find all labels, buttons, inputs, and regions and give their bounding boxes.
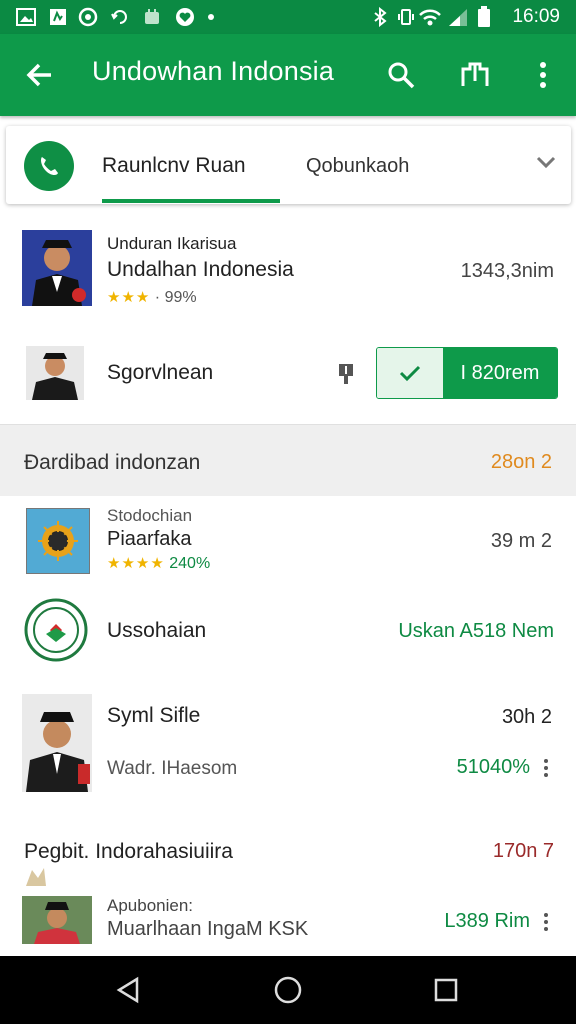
page-title: Undowhan Indonsia: [92, 56, 335, 86]
android-icon: [142, 7, 162, 27]
item-value: Uskan A518 Nem: [398, 620, 554, 642]
item-value: 39 m 2: [490, 530, 552, 552]
vibrate-icon: [396, 7, 416, 27]
bookmark-icon[interactable]: [452, 52, 498, 98]
list-item[interactable]: Unduran Ikarisua Undalhan Indonesia ★★★ …: [0, 216, 576, 325]
more-vert-icon[interactable]: [520, 52, 566, 98]
install-button[interactable]: I 820rem: [376, 347, 558, 399]
heart-icon: [174, 7, 196, 27]
star-rating-icon: ★★★: [107, 289, 151, 306]
signal-icon: [446, 7, 470, 27]
item-title: Sgorvlnean: [107, 361, 214, 384]
officer-avatar: [22, 896, 92, 944]
item-subtitle: Wadr. IHaesom: [107, 758, 238, 779]
item-subtitle: Stodochian: [107, 506, 193, 525]
search-icon[interactable]: [378, 52, 424, 98]
tab-indicator: [102, 199, 280, 203]
item-value: 30h 2: [501, 706, 552, 728]
list-item[interactable]: Ussohaian Uskan A518 Nem: [0, 586, 576, 677]
list-item[interactable]: Sgorvlnean I 820rem: [0, 324, 576, 425]
home-icon[interactable]: [268, 970, 308, 1010]
gallery-icon: [16, 7, 36, 27]
back-icon[interactable]: [108, 970, 148, 1010]
app-bar: Undowhan Indonsia: [0, 34, 576, 116]
sync-icon: [110, 7, 130, 27]
item-rating: ★★★★ 240%: [107, 555, 211, 572]
tab-card: Raunlcnv Ruan Qobunkaoh: [6, 126, 571, 204]
check-icon: [377, 348, 443, 398]
sun-emblem-avatar: [26, 508, 90, 574]
item-title: Ussohaian: [107, 619, 207, 642]
star-rating-icon: ★★★★: [107, 555, 165, 572]
dot-icon: [206, 7, 216, 27]
tab-other[interactable]: Qobunkaoh: [306, 155, 409, 178]
wifi-icon: [418, 7, 442, 27]
officer-avatar: [22, 694, 92, 792]
list-item[interactable]: Stodochian Piaarfaka ★★★★ 240% 39 m 2: [0, 496, 576, 587]
item-value-secondary: 51040%: [456, 756, 530, 778]
more-vert-icon[interactable]: [544, 756, 548, 780]
system-nav-bar: [0, 956, 576, 1024]
list-item[interactable]: Syml Sifle Wadr. IHaesom 30h 2 51040%: [0, 676, 576, 811]
battery-icon: [476, 6, 492, 27]
section-header: Đardibad indonzan 28on 2: [0, 424, 576, 497]
item-rating: ★★★ · 99%: [107, 289, 197, 306]
item-title: Syml Sifle: [107, 704, 201, 727]
more-vert-icon[interactable]: [544, 910, 548, 934]
item-title: Muarlhaan IngaM KSK: [107, 918, 309, 940]
pin-icon: [336, 362, 356, 391]
status-bar: 16:09: [0, 0, 576, 34]
partial-thumb: [22, 864, 48, 886]
item-value: 170n 7: [492, 840, 554, 862]
whatsapp-icon: [78, 7, 98, 27]
list-item[interactable]: Apubonien: Muarlhaan IngaM KSK L389 Rim: [0, 886, 576, 956]
back-arrow-icon[interactable]: [16, 52, 62, 98]
item-value: L389 Rim: [444, 910, 530, 932]
section-value: 28on 2: [490, 451, 552, 473]
clock: 16:09: [512, 6, 560, 27]
section-title: Đardibad indonzan: [24, 451, 201, 474]
item-title: Undalhan Indonesia: [107, 258, 294, 281]
phone-logo-icon: [24, 141, 74, 191]
item-value: 1343,3nim: [460, 260, 554, 282]
item-title: Pegbit. Indorahasiuiira: [24, 840, 233, 863]
officer-avatar: [22, 230, 92, 306]
recents-icon[interactable]: [426, 970, 466, 1010]
tab-active[interactable]: Raunlcnv Ruan: [102, 154, 246, 178]
item-subtitle: Apubonien:: [107, 896, 194, 915]
chevron-down-icon[interactable]: [535, 154, 557, 175]
bluetooth-icon: [370, 7, 390, 27]
file-icon: [48, 7, 68, 27]
install-button-label: I 820rem: [443, 348, 557, 398]
emblem-avatar: [24, 598, 88, 662]
item-subtitle: Unduran Ikarisua: [107, 234, 237, 253]
officer-avatar: [26, 346, 84, 400]
item-title: Piaarfaka: [107, 528, 192, 550]
list-item[interactable]: Pegbit. Indorahasiuiira 170n 7: [0, 810, 576, 887]
